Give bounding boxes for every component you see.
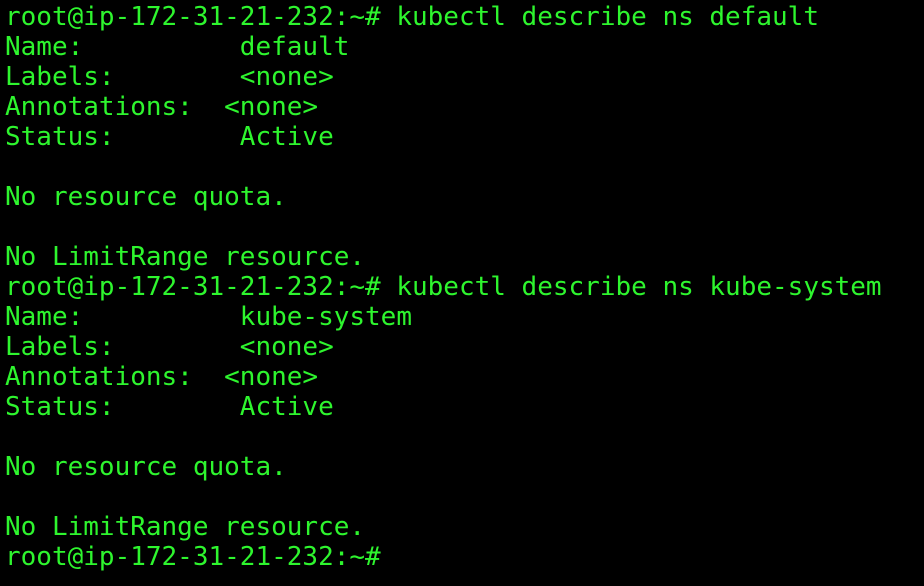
terminal-line: No resource quota. bbox=[5, 452, 287, 482]
terminal-line: No LimitRange resource. bbox=[5, 242, 366, 272]
terminal-line: Annotations: <none> bbox=[5, 362, 319, 392]
terminal-line-prompt: root@ip-172-31-21-232:~# kubectl describ… bbox=[5, 272, 882, 302]
terminal-line: Status: Active bbox=[5, 122, 334, 152]
prompt-text: root@ip-172-31-21-232:~# bbox=[5, 542, 381, 572]
terminal-line: Labels: <none> bbox=[5, 332, 334, 362]
terminal-line: Name: default bbox=[5, 32, 350, 62]
terminal-line-prompt-active[interactable]: root@ip-172-31-21-232:~# bbox=[5, 542, 924, 572]
terminal-line: Name: kube-system bbox=[5, 302, 412, 332]
terminal-window[interactable]: root@ip-172-31-21-232:~# kubectl describ… bbox=[0, 0, 924, 586]
terminal-line: No resource quota. bbox=[5, 182, 287, 212]
terminal-line: Annotations: <none> bbox=[5, 92, 319, 122]
terminal-line: No LimitRange resource. bbox=[5, 512, 366, 542]
terminal-line-prompt: root@ip-172-31-21-232:~# kubectl describ… bbox=[5, 2, 819, 32]
terminal-line: Labels: <none> bbox=[5, 62, 334, 92]
terminal-line: Status: Active bbox=[5, 392, 334, 422]
